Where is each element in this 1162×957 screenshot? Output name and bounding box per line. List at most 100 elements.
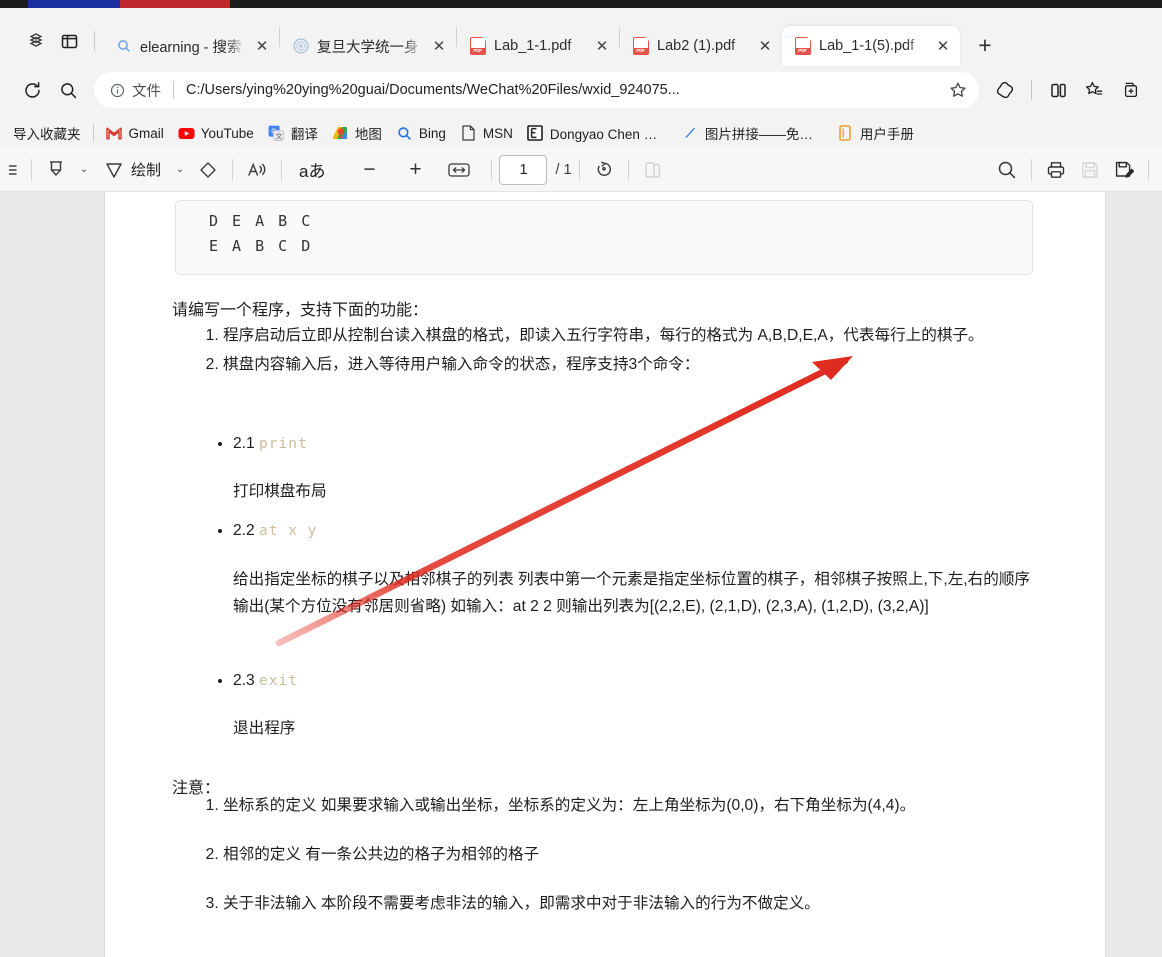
fit-width-icon[interactable] xyxy=(441,154,477,186)
reload-icon[interactable] xyxy=(14,72,50,108)
bookmark-youtube[interactable]: YouTube xyxy=(171,119,261,147)
bookmark-user-manual[interactable]: 用户手册 xyxy=(830,119,921,147)
address-bar-row: 文件 C:/Users/ying%20ying%20guai/Documents… xyxy=(0,66,1162,114)
tab-title: elearning - 搜索 xyxy=(140,39,242,56)
tab-close-button[interactable]: ✕ xyxy=(932,35,954,57)
bookmark-gmail[interactable]: Gmail xyxy=(99,119,171,147)
browser-essentials-icon[interactable] xyxy=(987,72,1023,108)
svg-text:文: 文 xyxy=(276,131,283,140)
chevron-down-icon: ⌄ xyxy=(79,164,89,175)
list-item: 棋盘内容输入后，进入等待用户输入命令的状态，程序支持3个命令： xyxy=(223,351,1027,378)
highlighter-options-caret[interactable]: ⌄ xyxy=(73,154,95,186)
address-bar[interactable]: 文件 C:/Users/ying%20ying%20guai/Documents… xyxy=(94,72,979,108)
highlighter-icon[interactable] xyxy=(39,154,73,186)
tab-title: 复旦大学统一身 xyxy=(317,39,419,56)
favorites-icon[interactable] xyxy=(1076,72,1112,108)
command-item-exit: 2.3 exit xyxy=(205,672,1005,690)
list-item: 坐标系的定义 如果要求输入或输出坐标，坐标系的定义为：左上角坐标为(0,0)，右… xyxy=(223,792,1057,819)
browser-tab-lab2[interactable]: Lab2 (1).pdf ✕ xyxy=(620,26,782,66)
save-as-icon[interactable] xyxy=(1107,154,1141,186)
browser-tab-lab-1-1[interactable]: Lab_1-1.pdf ✕ xyxy=(457,26,619,66)
page-icon xyxy=(460,125,477,142)
bookmark-bing[interactable]: Bing xyxy=(389,119,453,147)
browser-chrome: elearning - 搜索 ✕ 复旦大学统一身 ✕ Lab_1-1.pdf ✕ xyxy=(0,8,1162,148)
bookmark-import-favorites[interactable]: 导入收藏夹 xyxy=(6,119,88,147)
minus-icon: − xyxy=(363,157,376,181)
intro-paragraph: 请编写一个程序，支持下面的功能： xyxy=(172,302,429,319)
bookmark-label: 地图 xyxy=(354,127,382,142)
text-size-button[interactable]: aあ xyxy=(289,154,335,186)
bookmark-image-stitch[interactable]: 图片拼接——免费... xyxy=(675,119,830,147)
plus-icon: + xyxy=(409,157,422,181)
search-icon[interactable] xyxy=(50,72,86,108)
address-scheme-label: 文件 xyxy=(132,83,161,100)
rotate-icon[interactable] xyxy=(587,154,621,186)
toolbar-divider xyxy=(491,158,493,181)
collections-icon[interactable] xyxy=(18,24,52,58)
split-screen-icon[interactable] xyxy=(52,24,86,58)
tab-title: Lab_1-1(5).pdf xyxy=(819,38,915,54)
tab-close-button[interactable]: ✕ xyxy=(428,35,450,57)
command-description-exit: 退出程序 xyxy=(233,720,296,737)
google-translate-icon: G 文 xyxy=(268,125,285,142)
new-tab-button[interactable]: + xyxy=(968,28,1002,62)
command-item-at: 2.2 at x y xyxy=(205,522,1005,540)
os-strip-red-segment xyxy=(120,0,230,8)
tab-strip: elearning - 搜索 ✕ 复旦大学统一身 ✕ Lab_1-1.pdf ✕ xyxy=(0,16,1162,66)
page-number-input[interactable]: 1 xyxy=(499,154,548,185)
command-number: 2.1 xyxy=(233,435,255,452)
bookmark-msn[interactable]: MSN xyxy=(453,119,520,147)
browser-tab-lab-1-1-5[interactable]: Lab_1-1(5).pdf ✕ xyxy=(782,26,960,66)
bookmark-label: Gmail xyxy=(128,125,164,141)
tab-title: Lab2 (1).pdf xyxy=(657,38,736,54)
draw-tool-button[interactable]: 绘制 xyxy=(95,154,169,186)
page-view-icon[interactable] xyxy=(636,154,670,186)
command-description-at: 给出指定坐标的棋子以及相邻棋子的列表 列表中第一个元素是指定坐标位置的棋子，相邻… xyxy=(233,571,1031,615)
browser-action-icons xyxy=(987,72,1148,108)
address-url-text[interactable]: C:/Users/ying%20ying%20guai/Documents/We… xyxy=(186,82,943,98)
bookmark-label: 图片拼接——免费... xyxy=(704,127,823,142)
browser-tab-elearning[interactable]: elearning - 搜索 ✕ xyxy=(103,26,279,66)
bookmark-label: 用户手册 xyxy=(859,127,914,142)
toolbar-divider xyxy=(578,158,580,181)
collections-add-icon[interactable] xyxy=(1112,72,1148,108)
draw-options-caret[interactable]: ⌄ xyxy=(169,154,191,186)
star-icon[interactable] xyxy=(943,75,973,105)
google-maps-icon xyxy=(332,125,349,142)
notes-list: 坐标系的定义 如果要求输入或输出坐标，坐标系的定义为：左上角坐标为(0,0)，右… xyxy=(197,792,1057,939)
print-icon[interactable] xyxy=(1039,154,1073,186)
split-screen-icon[interactable] xyxy=(1040,72,1076,108)
zoom-in-button[interactable]: + xyxy=(399,154,431,186)
command-number: 2.3 xyxy=(233,672,255,689)
save-icon[interactable] xyxy=(1073,154,1107,186)
draw-label: 绘制 xyxy=(131,162,162,179)
hamburger-icon[interactable] xyxy=(6,154,24,186)
code-block: D E A B C E A B C D xyxy=(175,200,1033,275)
pdf-icon xyxy=(632,36,650,55)
read-aloud-icon[interactable] xyxy=(240,154,274,186)
pdf-viewer-area[interactable]: D E A B C E A B C D 请编写一个程序，支持下面的功能： 程序启… xyxy=(0,192,1162,957)
tab-close-button[interactable]: ✕ xyxy=(591,35,613,57)
bookmark-label: 翻译 xyxy=(290,127,318,142)
youtube-icon xyxy=(178,125,195,142)
search-icon[interactable] xyxy=(990,154,1024,186)
bookmarks-divider xyxy=(92,124,94,142)
tab-close-button[interactable]: ✕ xyxy=(251,35,273,57)
action-divider xyxy=(1031,80,1032,100)
toolbar-divider xyxy=(627,158,629,181)
browser-tab-fudan[interactable]: 复旦大学统一身 ✕ xyxy=(280,26,456,66)
eraser-icon[interactable] xyxy=(191,154,225,186)
blue-slash-icon xyxy=(682,125,699,142)
info-icon[interactable] xyxy=(110,83,125,98)
bookmark-dongyao-chen[interactable]: Dongyao Chen 陈... xyxy=(520,119,675,147)
address-divider xyxy=(173,81,174,99)
orange-book-icon xyxy=(837,125,854,142)
bookmark-maps[interactable]: 地图 xyxy=(325,119,389,147)
zoom-out-button[interactable]: − xyxy=(353,154,385,186)
search-icon xyxy=(115,38,132,55)
tab-close-button[interactable]: ✕ xyxy=(754,35,776,57)
toolbar-divider xyxy=(281,158,283,181)
bookmark-translate[interactable]: G 文 翻译 xyxy=(261,119,325,147)
command-description-print: 打印棋盘布局 xyxy=(233,483,327,500)
code-block-line: D E A B C xyxy=(209,212,313,230)
